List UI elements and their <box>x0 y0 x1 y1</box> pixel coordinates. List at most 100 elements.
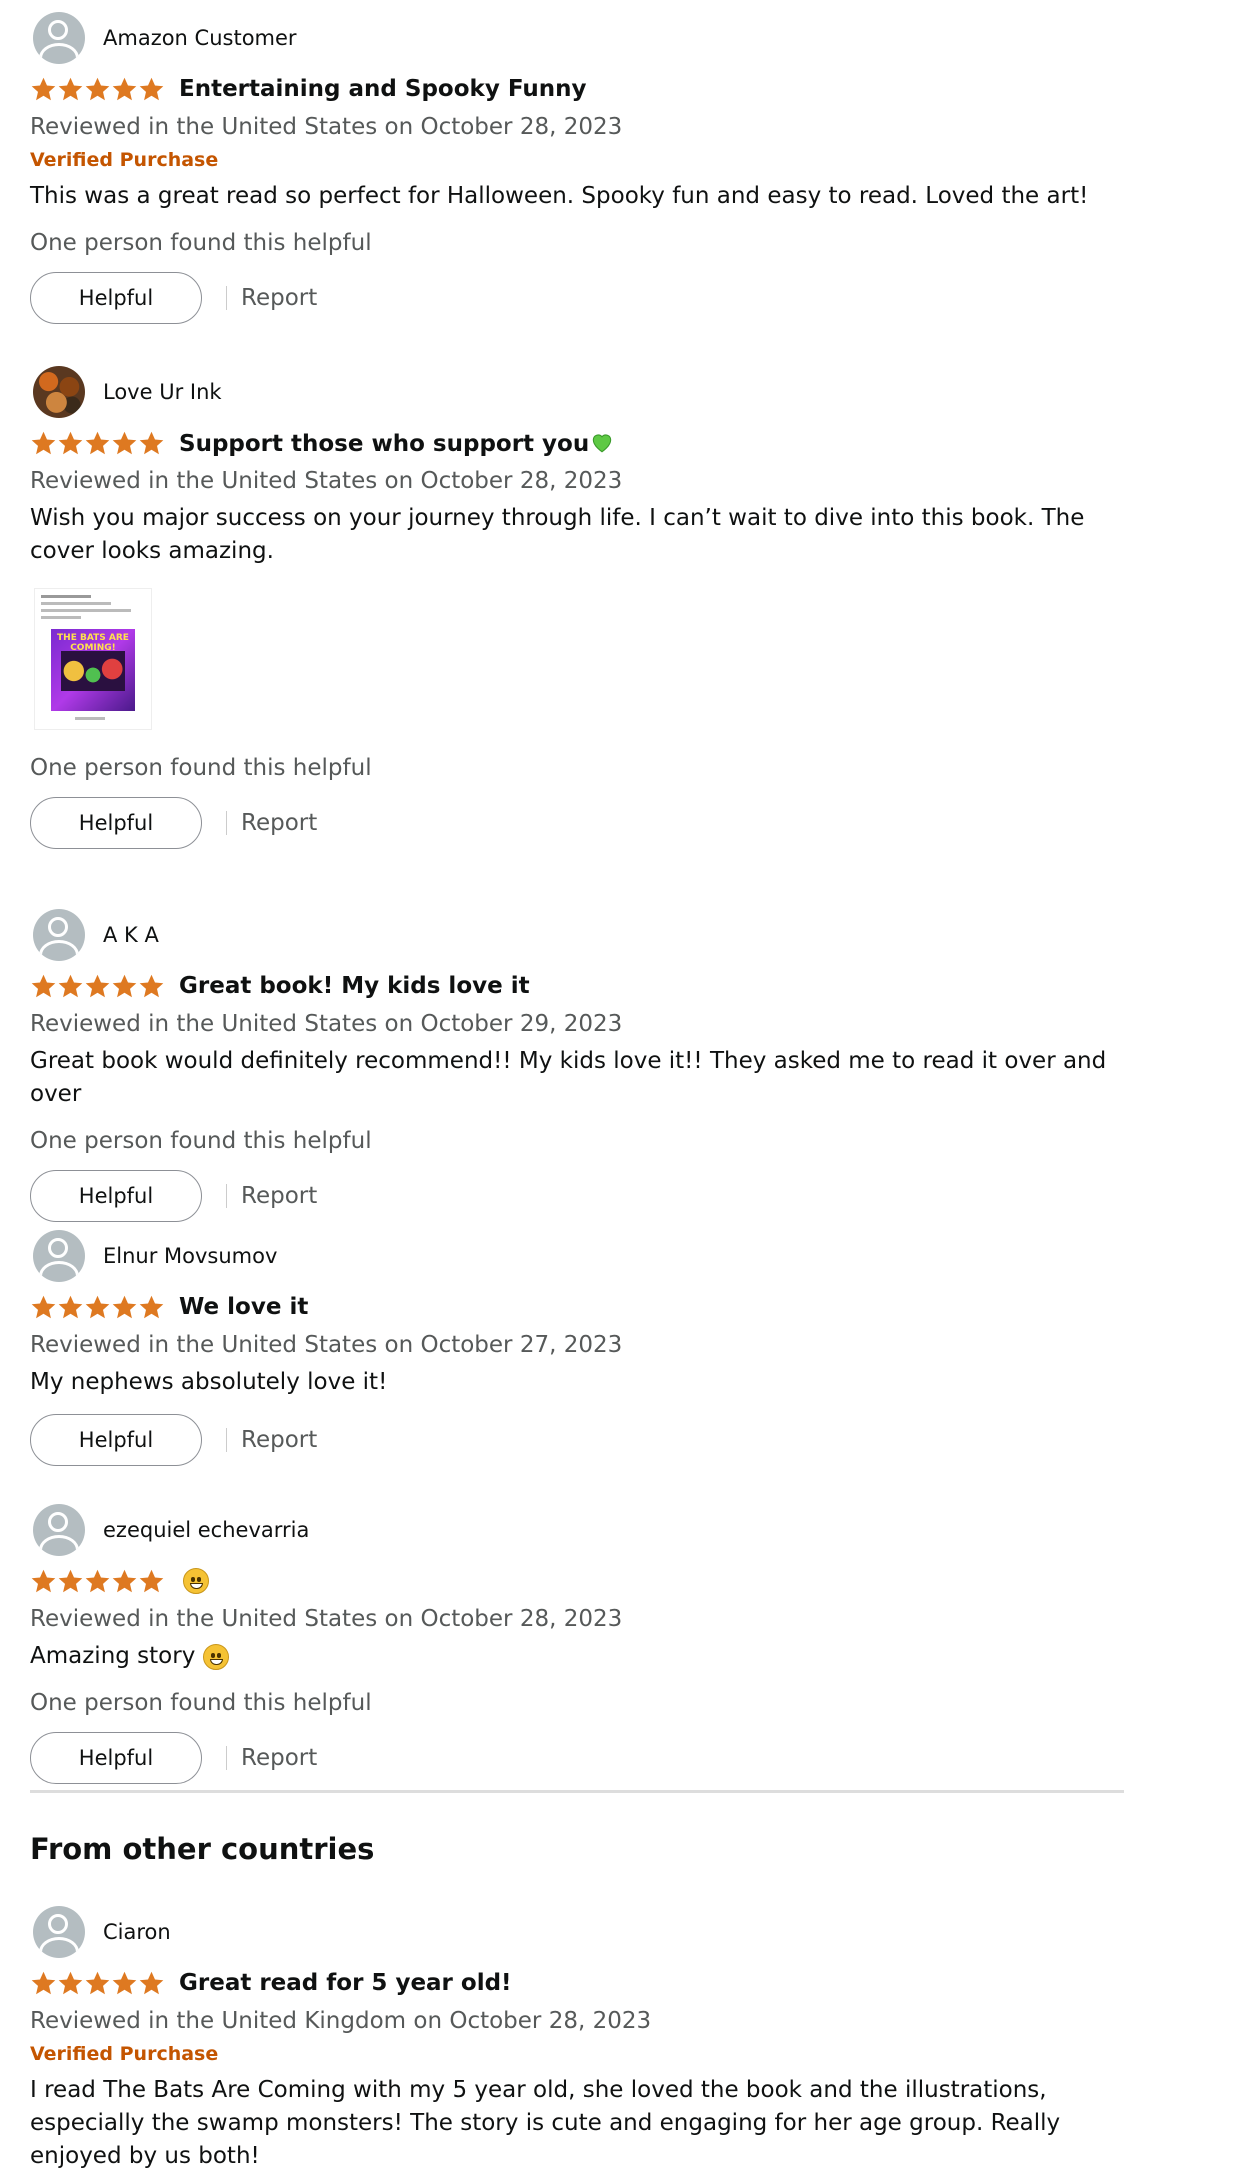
green-heart-emoji-icon <box>589 429 615 455</box>
star-rating[interactable] <box>30 1294 165 1321</box>
star-rating <box>30 1970 165 1997</box>
review-date: Reviewed in the United States on October… <box>30 114 623 140</box>
star-icon <box>84 973 111 1000</box>
review-card: Ciaron Great read for 5 year old! Review… <box>30 1906 1130 2173</box>
star-icon <box>30 76 57 103</box>
review-title[interactable]: Great book! My kids love it <box>179 973 530 999</box>
star-icon <box>138 1294 165 1321</box>
star-icon <box>30 973 57 1000</box>
reviewer-profile[interactable]: Ciaron <box>30 1906 1130 1958</box>
section-divider <box>30 1790 1124 1793</box>
review-text: Amazing story <box>30 1640 1130 1673</box>
star-icon <box>111 1970 138 1997</box>
report-link[interactable]: Report <box>241 1427 317 1453</box>
verified-purchase-badge: Verified Purchase <box>30 2043 219 2065</box>
star-rating[interactable] <box>30 973 165 1000</box>
star-icon <box>30 1568 57 1595</box>
user-photo-avatar <box>33 366 85 418</box>
default-avatar-icon <box>33 1504 85 1556</box>
reviewer-name: Amazon Customer <box>103 26 297 50</box>
helpful-button[interactable]: Helpful <box>30 797 202 849</box>
report-link[interactable]: Report <box>241 1745 317 1771</box>
star-icon <box>30 1294 57 1321</box>
star-icon <box>138 76 165 103</box>
grinning-face-emoji-icon <box>202 1643 229 1670</box>
review-image-thumbnail[interactable]: THE BATS ARE COMING! <box>34 588 152 730</box>
default-avatar-icon <box>33 1906 85 1958</box>
star-rating[interactable] <box>30 76 165 103</box>
star-icon <box>138 430 165 457</box>
reviewer-name: Love Ur Ink <box>103 380 222 404</box>
star-icon <box>84 76 111 103</box>
review-title[interactable]: Entertaining and Spooky Funny <box>179 76 587 102</box>
star-icon <box>57 1294 84 1321</box>
helpful-count: One person found this helpful <box>30 1690 372 1716</box>
verified-purchase-badge: Verified Purchase <box>30 149 219 171</box>
star-rating[interactable] <box>30 1568 165 1595</box>
review-card: A K A Great book! My kids love it Review… <box>30 909 1130 1223</box>
review-title[interactable] <box>183 1568 209 1595</box>
review-title[interactable]: We love it <box>179 1294 308 1320</box>
review-title[interactable]: Support those who support you <box>179 429 615 457</box>
review-text: Wish you major success on your journey t… <box>30 505 1085 564</box>
star-icon <box>84 1294 111 1321</box>
report-link[interactable]: Report <box>241 810 317 836</box>
default-avatar-icon <box>33 909 85 961</box>
review-title: Great read for 5 year old! <box>179 1970 512 1996</box>
review-text: My nephews absolutely love it! <box>30 1369 388 1395</box>
reviewer-profile[interactable]: Love Ur Ink <box>30 366 1130 418</box>
star-icon <box>111 973 138 1000</box>
reviewer-profile[interactable]: A K A <box>30 909 1130 961</box>
star-icon <box>30 1970 57 1997</box>
default-avatar-icon <box>33 1230 85 1282</box>
action-divider <box>226 811 227 835</box>
helpful-button[interactable]: Helpful <box>30 272 202 324</box>
review-card: ezequiel echevarria Reviewed in the Unit… <box>30 1504 1130 1785</box>
star-icon <box>111 430 138 457</box>
reviewer-profile[interactable]: Elnur Movsumov <box>30 1230 1130 1282</box>
default-avatar-icon <box>33 12 85 64</box>
star-icon <box>57 1568 84 1595</box>
review-card: Amazon Customer Entertaining and Spooky … <box>30 12 1130 325</box>
review-date: Reviewed in the United States on October… <box>30 1011 623 1037</box>
star-icon <box>111 1568 138 1595</box>
reviewer-name: Ciaron <box>103 1920 171 1944</box>
star-rating[interactable] <box>30 430 165 457</box>
report-link[interactable]: Report <box>241 285 317 311</box>
helpful-count: One person found this helpful <box>30 755 372 781</box>
action-divider <box>226 1428 227 1452</box>
grinning-face-emoji-icon <box>183 1568 209 1595</box>
action-divider <box>226 286 227 310</box>
reviewer-name: A K A <box>103 923 159 947</box>
helpful-count: One person found this helpful <box>30 230 372 256</box>
review-text: This was a great read so perfect for Hal… <box>30 183 1089 209</box>
reviewer-name: Elnur Movsumov <box>103 1244 278 1268</box>
star-icon <box>111 1294 138 1321</box>
action-divider <box>226 1184 227 1208</box>
report-link[interactable]: Report <box>241 1183 317 1209</box>
review-date: Reviewed in the United Kingdom on Octobe… <box>30 2008 652 2034</box>
helpful-button[interactable]: Helpful <box>30 1414 202 1466</box>
helpful-button[interactable]: Helpful <box>30 1732 202 1784</box>
star-icon <box>57 76 84 103</box>
star-icon <box>111 76 138 103</box>
review-date: Reviewed in the United States on October… <box>30 468 623 494</box>
star-icon <box>57 1970 84 1997</box>
review-card: Love Ur Ink Support those who support yo… <box>30 366 1130 850</box>
star-icon <box>30 430 57 457</box>
star-icon <box>138 1568 165 1595</box>
action-divider <box>226 1746 227 1770</box>
star-icon <box>57 430 84 457</box>
helpful-button[interactable]: Helpful <box>30 1170 202 1222</box>
review-date: Reviewed in the United States on October… <box>30 1606 623 1632</box>
star-icon <box>138 1970 165 1997</box>
review-text: I read The Bats Are Coming with my 5 yea… <box>30 2077 1061 2169</box>
helpful-count: One person found this helpful <box>30 1128 372 1154</box>
reviewer-name: ezequiel echevarria <box>103 1518 310 1542</box>
other-countries-heading: From other countries <box>30 1832 375 1866</box>
reviewer-profile[interactable]: Amazon Customer <box>30 12 1130 64</box>
book-cover-image: THE BATS ARE COMING! <box>51 629 135 711</box>
reviewer-profile[interactable]: ezequiel echevarria <box>30 1504 1130 1556</box>
star-icon <box>84 1568 111 1595</box>
review-card: Elnur Movsumov We love it Reviewed in th… <box>30 1230 1130 1467</box>
